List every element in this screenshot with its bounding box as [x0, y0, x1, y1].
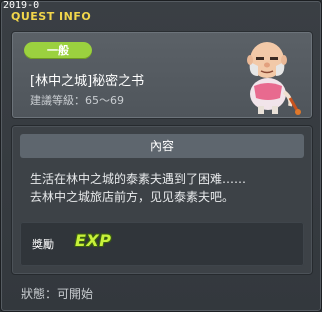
quest-name: [林中之城]秘密之书 — [30, 74, 145, 89]
window-title: QUEST INFO — [11, 10, 92, 23]
quest-info-window: 2019-0 QUEST INFO 一般 [林中之城]秘密之书 建議等級：65～… — [0, 0, 322, 312]
quest-category-badge: 一般 — [24, 42, 92, 59]
quest-status: 狀態：可開始 — [21, 287, 94, 301]
quest-content-panel: 內容 生活在林中之城的泰素夫遇到了困难…… 去林中之城旅店前方，见见泰素夫吧。 … — [11, 125, 313, 275]
content-header: 內容 — [20, 134, 304, 158]
quest-description: 生活在林中之城的泰素夫遇到了困难…… 去林中之城旅店前方，见见泰素夫吧。 — [30, 170, 246, 206]
quest-recommended-level: 建議等級：65～69 — [30, 94, 124, 107]
exp-icon: EXP — [75, 231, 112, 250]
reward-box: 獎勵 EXP — [20, 222, 304, 266]
description-line: 去林中之城旅店前方，见见泰素夫吧。 — [30, 190, 235, 204]
description-line: 生活在林中之城的泰素夫遇到了困难…… — [30, 172, 247, 186]
old-man-npc-icon — [247, 42, 301, 115]
quest-header-panel: 一般 [林中之城]秘密之书 建議等級：65～69 — [11, 31, 313, 119]
reward-label: 獎勵 — [32, 238, 54, 251]
